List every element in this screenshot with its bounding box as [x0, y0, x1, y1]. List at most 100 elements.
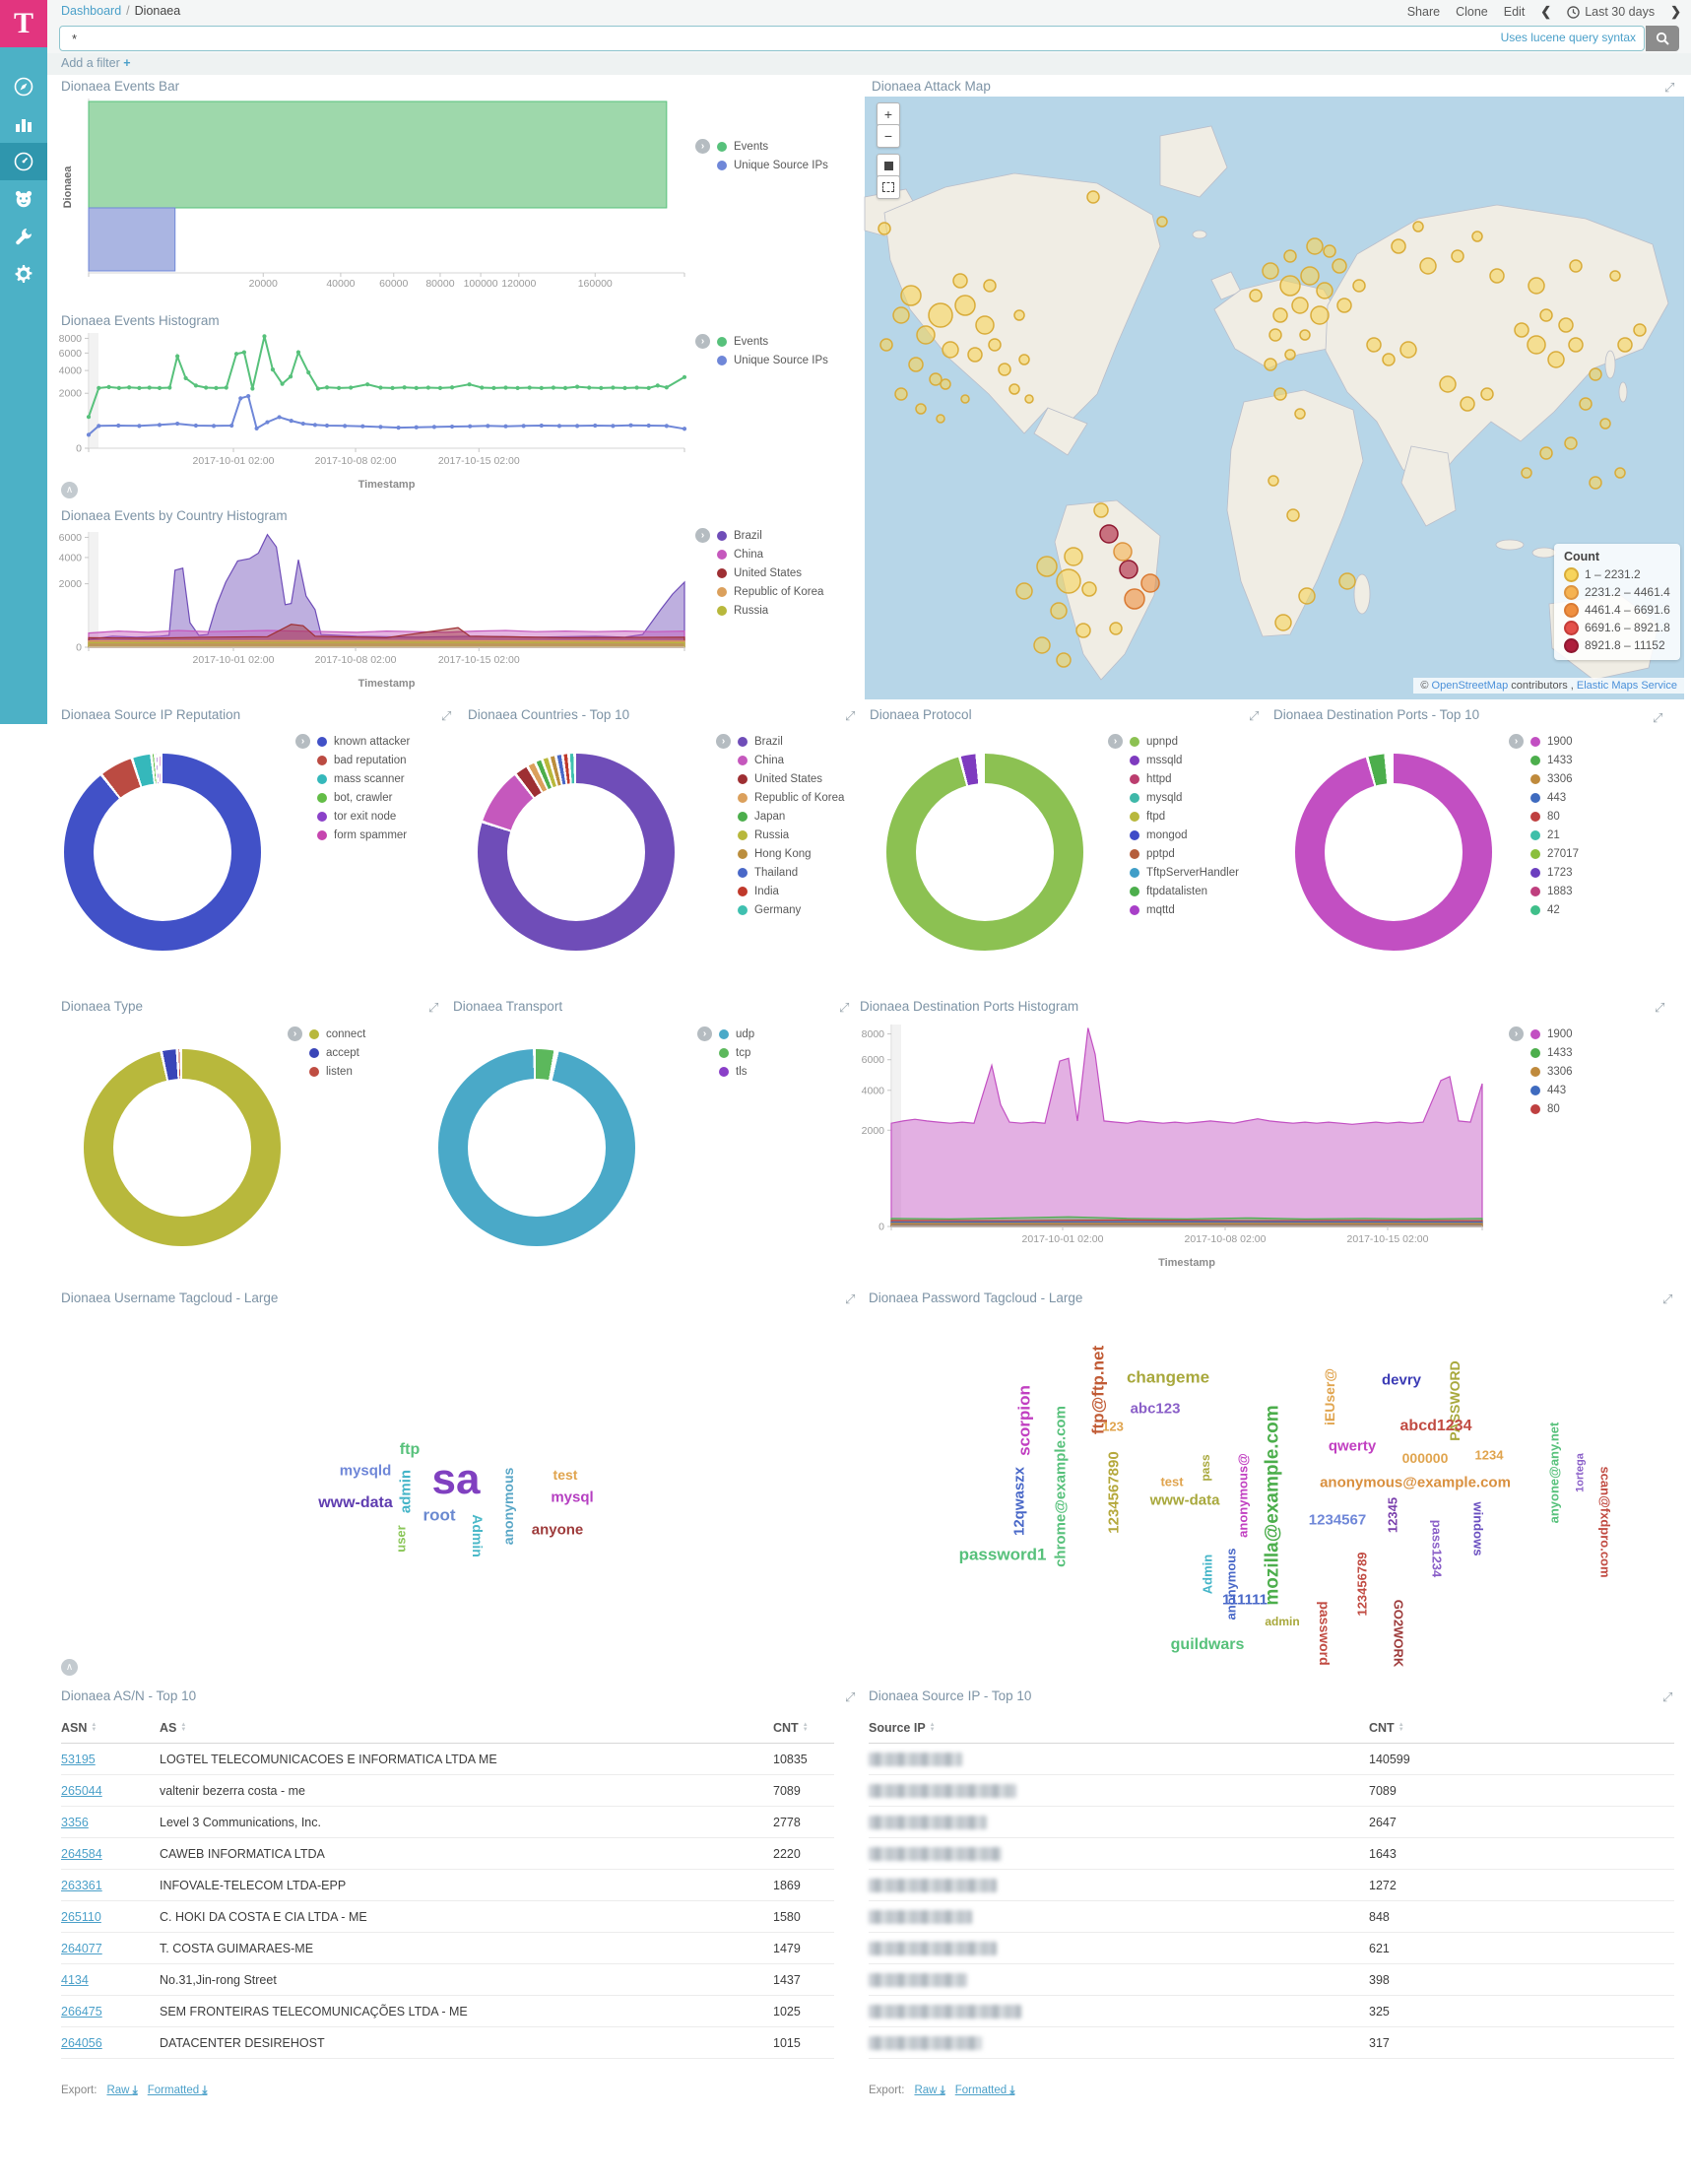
tagcloud-word[interactable]: 1ortega — [1576, 1453, 1587, 1492]
map-attack-circle[interactable] — [1273, 308, 1287, 322]
legend-item[interactable]: Republic of Korea — [738, 788, 844, 807]
map-attack-circle[interactable] — [1274, 388, 1286, 400]
map-attack-circle[interactable] — [1299, 588, 1315, 604]
map-attack-circle[interactable] — [1590, 368, 1601, 380]
tagcloud-word[interactable]: pass — [1200, 1454, 1211, 1481]
legend-item[interactable]: Russia — [738, 826, 844, 844]
legend-item[interactable]: pptpd — [1130, 844, 1239, 863]
legend-item[interactable]: bad reputation — [317, 751, 410, 769]
legend-item[interactable]: mssqld — [1130, 751, 1239, 769]
legend-item[interactable]: httpd — [1130, 769, 1239, 788]
map-attack-circle[interactable] — [989, 339, 1001, 351]
tagcloud-word[interactable]: guildwars — [1171, 1637, 1245, 1653]
map-attack-circle[interactable] — [1618, 338, 1632, 352]
legend-item[interactable]: China — [738, 751, 844, 769]
map-attack-circle[interactable] — [880, 339, 892, 351]
legend-item[interactable]: Unique Source IPs — [717, 351, 828, 369]
legend-item[interactable]: 1723 — [1530, 863, 1579, 882]
legend-item[interactable]: ftpd — [1130, 807, 1239, 826]
tagcloud-word[interactable]: 12345 — [1387, 1497, 1399, 1533]
legend-item[interactable]: 443 — [1530, 788, 1579, 807]
map-attack-circle[interactable] — [1490, 269, 1504, 283]
tagcloud-word[interactable]: iEUser@ — [1323, 1368, 1336, 1425]
expand-icon[interactable]: ⤢ — [1662, 1690, 1672, 1703]
legend-item[interactable]: Events — [717, 137, 828, 156]
map-attack-circle[interactable] — [893, 307, 909, 323]
legend-item[interactable]: upnpd — [1130, 732, 1239, 751]
legend-item[interactable]: India — [738, 882, 844, 900]
bar-unique-ips[interactable] — [89, 208, 175, 271]
legend-item[interactable]: China — [717, 545, 823, 563]
legend-item[interactable]: Events — [717, 332, 828, 351]
map-attack-circle[interactable] — [901, 286, 921, 305]
legend-item[interactable]: connect — [309, 1025, 365, 1043]
legend-toggle-icon[interactable]: › — [1509, 1026, 1524, 1041]
expand-icon[interactable]: ⤢ — [1664, 81, 1674, 94]
asn-link[interactable]: 264584 — [61, 1847, 102, 1861]
expand-icon[interactable]: ⤢ — [845, 709, 855, 722]
legend-item[interactable]: 1433 — [1530, 751, 1579, 769]
legend-toggle-icon[interactable]: › — [695, 528, 710, 543]
legend-toggle-icon[interactable]: › — [1509, 734, 1524, 749]
map-attack-circle[interactable] — [1265, 359, 1276, 370]
column-header[interactable]: ASN▲▼ — [61, 1721, 160, 1735]
tagcloud-word[interactable]: root — [423, 1507, 455, 1524]
map-attack-circle[interactable] — [1548, 352, 1564, 367]
tagcloud-word[interactable]: mozilla@example.com — [1264, 1405, 1282, 1605]
tagcloud-word[interactable]: 12qwaszx — [1012, 1467, 1027, 1536]
map-attack-circle[interactable] — [1114, 543, 1132, 561]
map-attack-circle[interactable] — [968, 348, 982, 362]
map-attack-circle[interactable] — [1615, 468, 1625, 478]
tagcloud-word[interactable]: anonymous@example.com — [1320, 1476, 1511, 1490]
map-attack-circle[interactable] — [1157, 217, 1167, 227]
map-attack-circle[interactable] — [1324, 245, 1335, 257]
legend-item[interactable]: tls — [719, 1062, 754, 1081]
map-attack-circle[interactable] — [1522, 468, 1531, 478]
expand-icon[interactable]: ⤢ — [839, 1001, 849, 1014]
formatted-export-link[interactable]: Formatted ⤓ — [148, 2085, 208, 2096]
legend-item[interactable]: 42 — [1530, 900, 1579, 919]
map-attack-circle[interactable] — [1269, 329, 1281, 341]
map-attack-circle[interactable] — [1311, 306, 1329, 324]
asn-link[interactable]: 266475 — [61, 2005, 102, 2019]
asn-link[interactable]: 265110 — [61, 1910, 101, 1924]
map-attack-circle[interactable] — [916, 404, 926, 414]
map-attack-circle[interactable] — [976, 316, 994, 334]
donut-protocol[interactable] — [886, 754, 1083, 951]
legend-toggle-icon[interactable]: › — [1108, 734, 1123, 749]
legend-item[interactable]: tor exit node — [317, 807, 410, 826]
tagcloud-word[interactable]: user — [395, 1525, 408, 1552]
legend-item[interactable]: TftpServerHandler — [1130, 863, 1239, 882]
legend-toggle-icon[interactable]: › — [695, 334, 710, 349]
asn-link[interactable]: 265044 — [61, 1784, 102, 1798]
tagcloud-word[interactable]: admin — [1265, 1616, 1299, 1627]
asn-link[interactable]: 264056 — [61, 2036, 102, 2050]
tagcloud-word[interactable]: abc123 — [1131, 1402, 1181, 1417]
legend-item[interactable]: Germany — [738, 900, 844, 919]
asn-link[interactable]: 53195 — [61, 1753, 96, 1766]
openstreetmap-link[interactable]: OpenStreetMap — [1432, 680, 1509, 692]
legend-item[interactable]: 3306 — [1530, 1062, 1573, 1081]
map-attack-circle[interactable] — [1301, 267, 1319, 285]
map-attack-circle[interactable] — [1559, 318, 1573, 332]
legend-item[interactable]: 27017 — [1530, 844, 1579, 863]
tagcloud-word[interactable]: www-data — [318, 1495, 393, 1511]
map-attack-circle[interactable] — [1019, 355, 1029, 364]
legend-item[interactable]: known attacker — [317, 732, 410, 751]
donut-source-ip-reputation[interactable] — [64, 754, 261, 951]
tagcloud-word[interactable]: password — [1318, 1601, 1332, 1665]
map-attack-circle[interactable] — [1094, 503, 1108, 517]
collapse-panel-button[interactable]: ∧ — [61, 482, 78, 498]
tagcloud-word[interactable]: 123456789 — [1356, 1552, 1369, 1616]
tagcloud-word[interactable]: test — [553, 1468, 578, 1482]
legend-item[interactable]: 443 — [1530, 1081, 1573, 1099]
legend-toggle-icon[interactable]: › — [288, 1026, 302, 1041]
tagcloud-word[interactable]: sa — [432, 1458, 481, 1501]
legend-item[interactable]: 1900 — [1530, 732, 1579, 751]
map-attack-circle[interactable] — [1065, 548, 1082, 565]
map-attack-circle[interactable] — [1268, 476, 1278, 486]
tagcloud-word[interactable]: ftp — [400, 1442, 420, 1458]
map-attack-circle[interactable] — [1333, 259, 1346, 273]
legend-item[interactable]: 3306 — [1530, 769, 1579, 788]
legend-item[interactable]: United States — [738, 769, 844, 788]
